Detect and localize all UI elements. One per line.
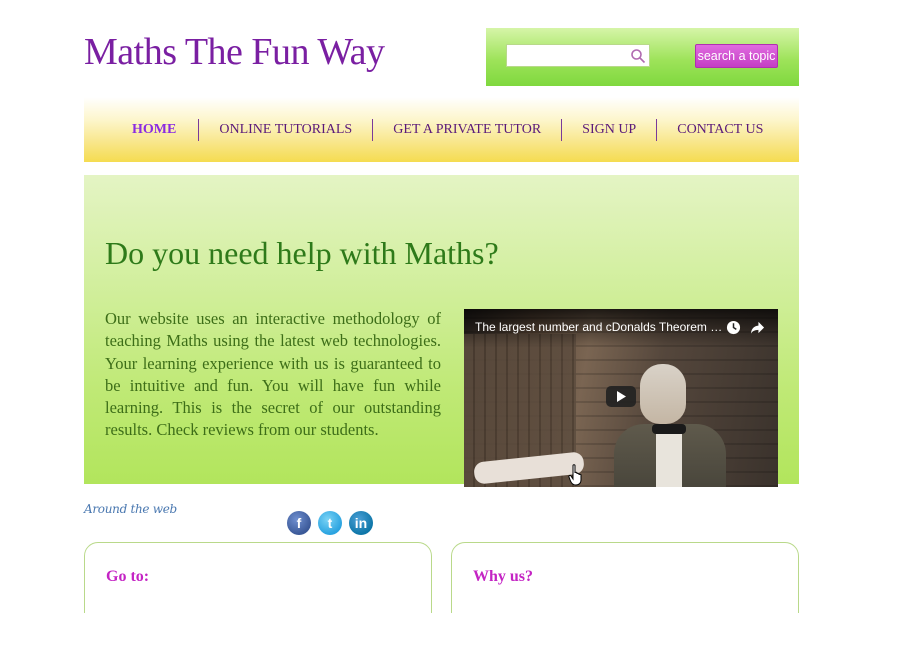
twitter-icon[interactable]: t bbox=[318, 511, 342, 535]
search-bar: search a topic bbox=[486, 28, 799, 86]
nav-separator bbox=[561, 118, 563, 141]
around-the-web-label: Around the web bbox=[84, 502, 177, 516]
site-logo[interactable]: Maths The Fun Way bbox=[84, 30, 385, 74]
why-us-box: Why us? bbox=[451, 542, 799, 622]
page-bottom-blank bbox=[0, 613, 900, 650]
video-player[interactable]: The largest number and cDonalds Theorem … bbox=[464, 309, 778, 487]
nav-separator bbox=[656, 118, 658, 141]
nav-item-private-tutor[interactable]: GET A PRIVATE TUTOR bbox=[393, 122, 541, 138]
main-nav: HOME ONLINE TUTORIALS GET A PRIVATE TUTO… bbox=[84, 97, 799, 162]
why-us-title: Why us? bbox=[473, 568, 534, 585]
goto-box: Go to: bbox=[84, 542, 432, 622]
watch-later-icon[interactable] bbox=[726, 320, 741, 335]
search-topic-button[interactable]: search a topic bbox=[695, 44, 778, 68]
video-thumbnail-person bbox=[614, 364, 726, 487]
nav-item-contact-us[interactable]: CONTACT US bbox=[677, 122, 763, 138]
facebook-icon[interactable]: f bbox=[287, 511, 311, 535]
hero-title: Do you need help with Maths? bbox=[105, 235, 499, 271]
linkedin-icon[interactable]: in bbox=[349, 511, 373, 535]
nav-item-sign-up[interactable]: SIGN UP bbox=[582, 122, 636, 138]
search-input[interactable] bbox=[507, 45, 627, 66]
play-icon bbox=[617, 391, 626, 402]
video-title[interactable]: The largest number and cDonalds Theorem … bbox=[475, 320, 725, 334]
nav-separator bbox=[372, 118, 374, 141]
search-icon[interactable] bbox=[630, 48, 646, 64]
search-field[interactable] bbox=[506, 44, 650, 67]
hero-text: Our website uses an interactive methodol… bbox=[105, 309, 441, 440]
share-icon[interactable] bbox=[750, 320, 765, 335]
goto-title: Go to: bbox=[106, 568, 150, 585]
play-button[interactable] bbox=[606, 386, 636, 407]
nav-item-online-tutorials[interactable]: ONLINE TUTORIALS bbox=[219, 122, 352, 138]
nav-item-home[interactable]: HOME bbox=[132, 122, 176, 138]
hand-cursor-icon bbox=[568, 464, 582, 486]
nav-separator bbox=[198, 118, 200, 141]
